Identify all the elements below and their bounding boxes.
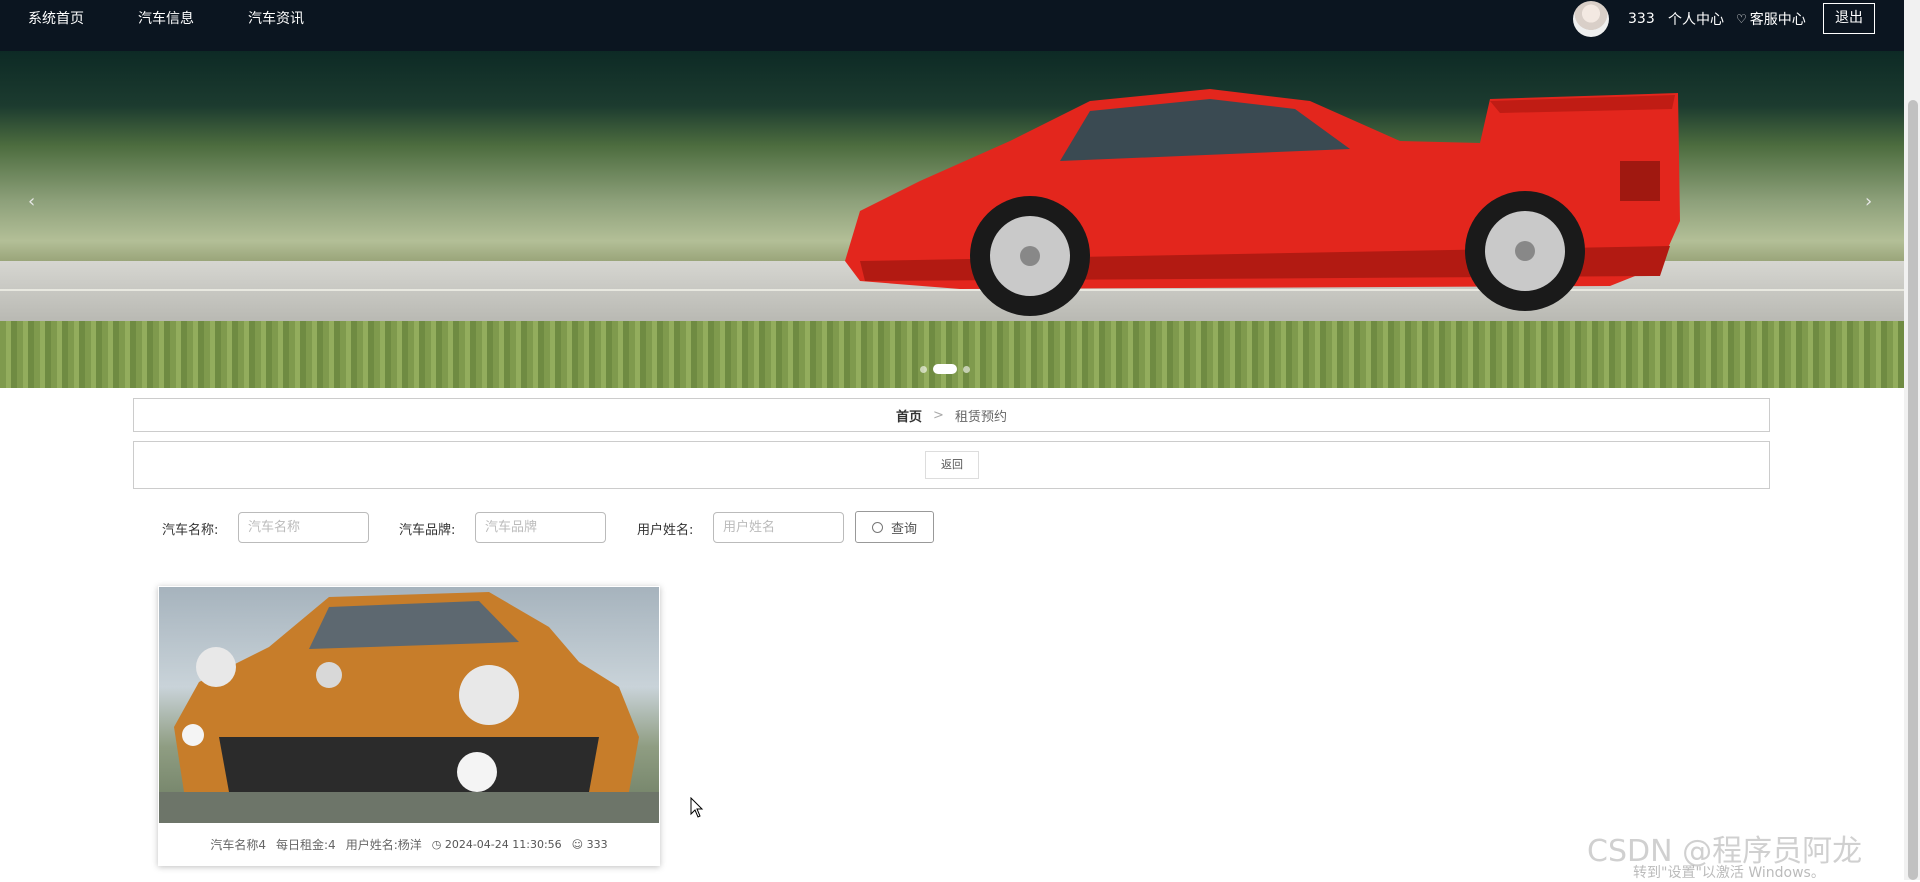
carousel-dot[interactable] [920, 365, 927, 373]
watermark-windows: 转到"设置"以激活 Windows。 [1633, 865, 1825, 881]
logout-button[interactable]: 退出 [1823, 3, 1875, 34]
top-nav: 系统首页 汽车信息 汽车资讯 333 个人中心 ♡ 客服中心 退出 [0, 0, 1904, 51]
carousel-dot-active[interactable] [933, 364, 957, 374]
grass-decoration [0, 321, 1904, 388]
card-image[interactable] [159, 587, 659, 823]
clock-icon: ◷ [431, 838, 442, 851]
breadcrumb: 首页 > 租赁预约 [133, 398, 1770, 432]
user-name-label: 用户姓名: [637, 522, 694, 538]
card-user-name: 用户姓名:杨洋 [345, 838, 422, 852]
breadcrumb-current: 租赁预约 [954, 409, 1007, 425]
mouse-cursor-icon [690, 797, 704, 818]
card-car-name: 汽车名称4 [210, 838, 266, 852]
scrollbar-thumb[interactable] [1908, 100, 1918, 880]
carousel-dots [920, 364, 970, 374]
nav-profile[interactable]: 个人中心 [1668, 0, 1724, 38]
user-icon: ☺ [571, 838, 584, 851]
car-name-input[interactable] [238, 512, 369, 543]
back-button[interactable]: 返回 [925, 451, 979, 479]
card-account: ☺ 333 [572, 838, 608, 851]
breadcrumb-home[interactable]: 首页 [896, 406, 922, 425]
avatar[interactable] [1573, 1, 1609, 37]
orange-car-image [159, 592, 659, 823]
breadcrumb-separator: > [933, 407, 944, 423]
nav-username: 333 [1628, 11, 1655, 27]
car-name-label: 汽车名称: [162, 522, 219, 538]
nav-service[interactable]: ♡ 客服中心 [1736, 0, 1806, 38]
card-time-value: 2024-04-24 11:30:56 [444, 838, 562, 851]
nav-home[interactable]: 系统首页 [28, 0, 84, 38]
rental-card[interactable]: 汽车名称4 每日租金:4 用户姓名:杨洋 ◷ 2024-04-24 11:30:… [158, 586, 660, 866]
brand-label: 汽车品牌: [399, 522, 456, 538]
carousel-prev-arrow[interactable]: ‹ [28, 191, 35, 212]
user-name-input[interactable] [713, 512, 844, 543]
red-sports-car-image [845, 89, 1680, 316]
query-label: 查询 [890, 521, 917, 537]
nav-car-info[interactable]: 汽车信息 [138, 0, 194, 38]
page-scrollbar[interactable] [1904, 0, 1920, 880]
nav-service-label: 客服中心 [1749, 12, 1806, 28]
banner-carousel[interactable]: ‹ › [0, 51, 1904, 388]
search-icon [871, 521, 883, 533]
query-button[interactable]: 查询 [855, 511, 934, 543]
card-time: ◷ 2024-04-24 11:30:56 [432, 838, 562, 851]
user-icon: ♡ [1736, 12, 1747, 26]
back-bar: 返回 [133, 441, 1770, 489]
carousel-next-arrow[interactable]: › [1865, 191, 1872, 212]
nav-car-news[interactable]: 汽车资讯 [248, 0, 304, 38]
card-info: 汽车名称4 每日租金:4 用户姓名:杨洋 ◷ 2024-04-24 11:30:… [158, 823, 660, 866]
card-account-value: 333 [586, 838, 608, 851]
brand-input[interactable] [475, 512, 606, 543]
carousel-dot[interactable] [963, 365, 970, 373]
card-daily-rent: 每日租金:4 [276, 838, 336, 852]
